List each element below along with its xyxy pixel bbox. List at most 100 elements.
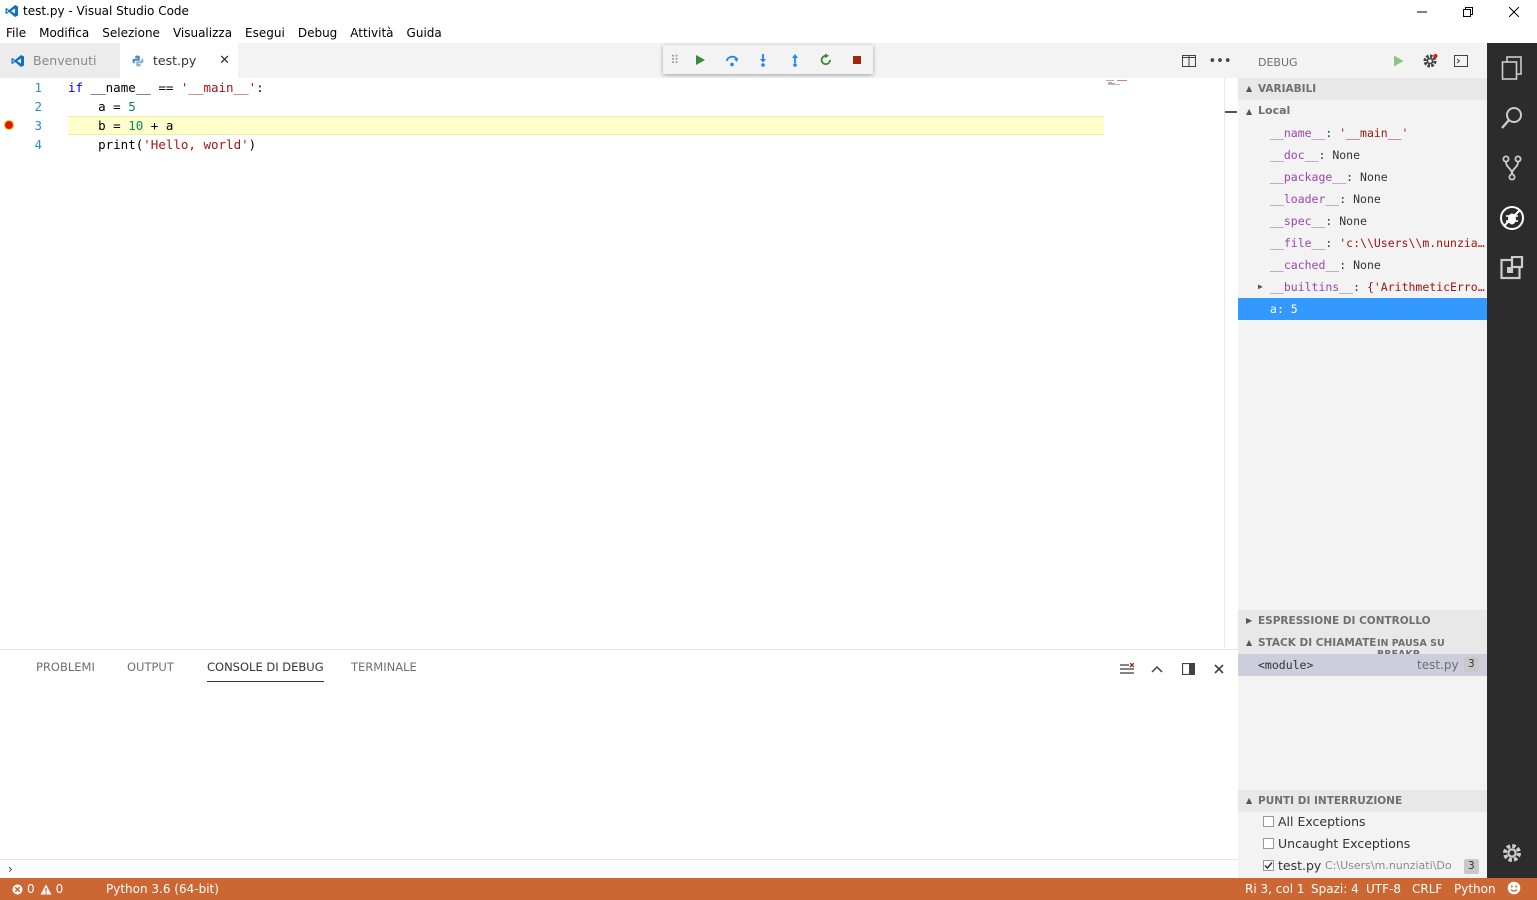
- menu-modifica[interactable]: Modifica: [33, 26, 95, 40]
- variable-row-selected[interactable]: a: 5: [1238, 298, 1487, 320]
- tab-problemi[interactable]: PROBLEMI: [36, 659, 95, 681]
- step-over-button[interactable]: [716, 45, 747, 74]
- debug-console-input[interactable]: ›: [0, 859, 1238, 879]
- code-token: ): [248, 137, 257, 152]
- callstack-section-header[interactable]: ▲ STACK DI CHIAMATE IN PAUSA SU BREAKP…: [1238, 632, 1487, 660]
- variable-row[interactable]: ▶ __builtins__: {'ArithmeticErro…: [1238, 276, 1487, 298]
- stack-frame[interactable]: <module> test.py 3: [1238, 654, 1487, 676]
- variable-row[interactable]: __package__: None: [1238, 166, 1487, 188]
- warning-icon: [40, 884, 52, 894]
- variable-value: 'c:\\Users\\m.nunzia…: [1339, 236, 1485, 250]
- code-token: if: [68, 80, 84, 95]
- source-control-button[interactable]: [1487, 143, 1537, 193]
- breakpoint-test-py[interactable]: test.py C:\Users\m.nunziati\Do… 3: [1238, 855, 1487, 877]
- menu-file[interactable]: File: [0, 26, 32, 40]
- restore-button[interactable]: [1445, 0, 1491, 23]
- tab-label: test.py: [153, 53, 197, 68]
- more-actions-button[interactable]: •••: [1208, 51, 1232, 71]
- tab-benvenuti[interactable]: Benvenuti: [0, 43, 120, 78]
- variable-row[interactable]: __spec__: None: [1238, 210, 1487, 232]
- tab-console-di-debug[interactable]: CONSOLE DI DEBUG: [207, 659, 324, 682]
- code-editor[interactable]: [0, 78, 1224, 648]
- split-editor-button[interactable]: [1178, 51, 1200, 71]
- minimap[interactable]: [1106, 80, 1128, 86]
- close-window-button[interactable]: [1491, 0, 1537, 23]
- maximize-panel-button[interactable]: [1147, 660, 1167, 678]
- variable-value: 5: [1290, 302, 1298, 316]
- menu-debug[interactable]: Debug: [292, 26, 343, 40]
- breakpoint-path: C:\Users\m.nunziati\Do…: [1325, 859, 1452, 872]
- menu-visualizza[interactable]: Visualizza: [167, 26, 238, 40]
- indentation[interactable]: Spazi: 4: [1311, 882, 1359, 896]
- minimize-icon: [1417, 11, 1427, 12]
- scope-local[interactable]: ▲ Local: [1238, 100, 1487, 122]
- section-label: VARIABILI: [1258, 83, 1317, 95]
- expand-arrow-icon[interactable]: ▶: [1258, 276, 1263, 298]
- variable-separator: :: [1353, 280, 1367, 294]
- sidebar-title: DEBUG: [1258, 56, 1298, 69]
- more-icon: •••: [1208, 53, 1232, 69]
- menu-guida[interactable]: Guida: [401, 26, 448, 40]
- search-button[interactable]: [1487, 93, 1537, 143]
- variable-row[interactable]: __doc__: None: [1238, 144, 1487, 166]
- encoding[interactable]: UTF-8: [1366, 882, 1401, 896]
- variable-separator: :: [1346, 170, 1361, 184]
- toggle-panel-position-button[interactable]: [1178, 660, 1198, 678]
- variables-section-header[interactable]: ▲ VARIABILI: [1238, 78, 1487, 100]
- variable-name: __package__: [1270, 170, 1347, 184]
- close-panel-button[interactable]: [1209, 660, 1229, 678]
- continue-button[interactable]: [685, 45, 716, 74]
- explorer-button[interactable]: [1487, 43, 1537, 93]
- menu-esegui[interactable]: Esegui: [239, 26, 291, 40]
- variable-row[interactable]: __file__: 'c:\\Users\\m.nunzia…: [1238, 232, 1487, 254]
- feedback-smiley-icon[interactable]: [1507, 881, 1521, 898]
- step-into-button[interactable]: [747, 45, 778, 74]
- variable-name: __name__: [1270, 126, 1326, 140]
- error-icon: [12, 884, 23, 894]
- language-mode[interactable]: Python: [1454, 882, 1496, 896]
- open-console-button[interactable]: [1453, 53, 1469, 69]
- restart-button[interactable]: [810, 45, 841, 74]
- line-ending[interactable]: CRLF: [1412, 882, 1442, 896]
- menu-attivita[interactable]: Attività: [344, 26, 399, 40]
- vscode-logo-icon: [5, 5, 18, 17]
- clear-console-icon: [1120, 663, 1134, 674]
- cursor-position[interactable]: Ri 3, col 1: [1245, 882, 1304, 896]
- tab-output[interactable]: OUTPUT: [127, 659, 174, 681]
- variable-row[interactable]: __name__: '__main__': [1238, 122, 1487, 144]
- code-token: 5: [128, 99, 136, 114]
- python-interpreter[interactable]: Python 3.6 (64-bit): [106, 882, 219, 896]
- clear-console-button[interactable]: [1117, 660, 1137, 678]
- start-debugging-button[interactable]: [1390, 53, 1406, 69]
- variable-row[interactable]: __cached__: None: [1238, 254, 1487, 276]
- drag-handle-icon[interactable]: ⠿: [663, 53, 685, 67]
- tab-test-py[interactable]: test.py ✕: [120, 43, 238, 78]
- breakpoint-label: Uncaught Exceptions: [1278, 836, 1411, 851]
- tab-terminale[interactable]: TERMINALE: [351, 659, 417, 681]
- variable-separator: :: [1276, 302, 1291, 316]
- minimize-button[interactable]: [1399, 0, 1445, 23]
- stop-button[interactable]: [842, 45, 873, 74]
- console-icon: [1454, 55, 1468, 67]
- checkbox-checked[interactable]: [1263, 860, 1274, 871]
- code-token: 10: [128, 118, 144, 133]
- breakpoint-uncaught-exceptions[interactable]: Uncaught Exceptions: [1238, 833, 1487, 855]
- variable-value: None: [1353, 258, 1381, 272]
- variable-row[interactable]: __loader__: None: [1238, 188, 1487, 210]
- checkbox[interactable]: [1263, 816, 1274, 827]
- checkbox[interactable]: [1263, 838, 1274, 849]
- breakpoint-all-exceptions[interactable]: All Exceptions: [1238, 811, 1487, 833]
- variable-separator: :: [1325, 126, 1340, 140]
- variable-value: {'ArithmeticErro…: [1366, 280, 1485, 294]
- watch-section-header[interactable]: ▶ ESPRESSIONE DI CONTROLLO: [1238, 610, 1487, 632]
- breakpoints-section-header[interactable]: ▲ PUNTI DI INTERRUZIONE: [1238, 790, 1487, 812]
- problems-status[interactable]: 0 0: [12, 882, 63, 896]
- debug-view-button[interactable]: [1487, 193, 1537, 243]
- editor-scrollbar[interactable]: [1224, 78, 1239, 648]
- step-out-button[interactable]: [779, 45, 810, 74]
- manage-button[interactable]: [1487, 828, 1537, 878]
- menu-selezione[interactable]: Selezione: [96, 26, 166, 40]
- close-tab-icon[interactable]: ✕: [219, 53, 230, 68]
- debug-settings-button[interactable]: [1421, 52, 1439, 70]
- extensions-button[interactable]: [1487, 243, 1537, 293]
